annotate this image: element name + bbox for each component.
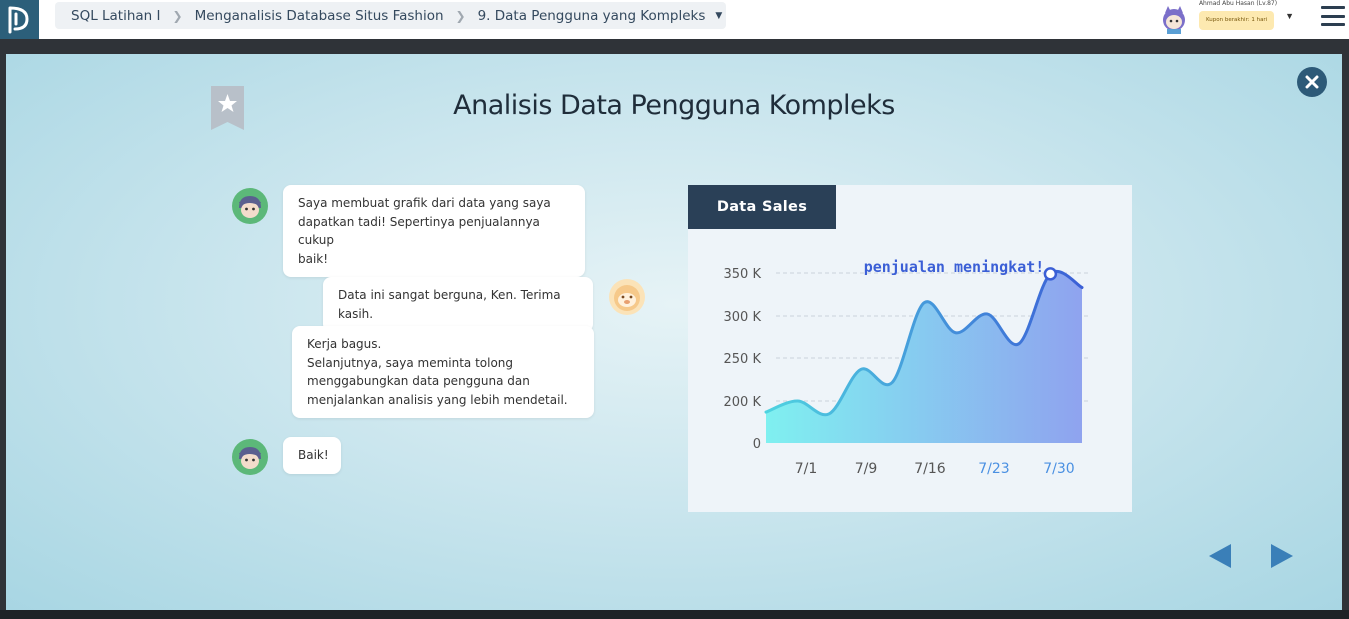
chart-annotation: penjualan meningkat! [864,258,1045,276]
background-footer [0,610,1349,619]
chart-x-tick-label: 7/9 [855,461,878,477]
user-chat-avatar [609,279,645,315]
chart-peak-marker [1043,267,1058,281]
triangle-right-icon [1271,544,1293,568]
chart-x-tick-label: 7/16 [914,461,946,477]
breadcrumb-item-lesson[interactable]: 9. Data Pengguna yang Kompleks [478,8,706,24]
chat-bubble-ken-3: Baik! [283,437,341,474]
top-bar: SQL Latihan I ❯ Menganalisis Database Si… [0,0,1349,39]
chevron-right-icon: ❯ [172,8,183,23]
next-slide-button[interactable] [1269,544,1295,568]
app-logo-icon[interactable] [0,0,39,39]
chart-x-tick-label: 7/30 [1043,461,1074,477]
prev-slide-button[interactable] [1207,544,1233,568]
chart-x-tick-label: 7/23 [978,461,1009,477]
breadcrumb-item-chapter[interactable]: Menganalisis Database Situs Fashion [195,8,444,24]
modal-title: Analisis Data Pengguna Kompleks [453,90,895,121]
breadcrumb: SQL Latihan I ❯ Menganalisis Database Si… [55,2,726,29]
breadcrumb-item-course[interactable]: SQL Latihan I [71,8,161,24]
chart-y-tick-label: 0 [753,437,761,452]
coupon-badge: Kupon berakhir: 1 hari [1198,11,1275,30]
sales-chart-card: 350 K 300 K 250 K 200 K 0 7/1 7/9 7/16 7/23 7/30… [688,185,1132,512]
hamburger-menu-icon[interactable] [1321,6,1345,26]
chart-title: Data Sales [688,185,836,229]
triangle-left-icon [1209,544,1231,568]
ken-avatar [232,188,268,224]
chart-y-tick-label: 300 K [724,310,762,325]
close-icon [1305,75,1319,89]
ken-avatar [232,439,268,475]
user-avatar[interactable] [1159,4,1189,34]
chevron-right-icon: ❯ [455,8,466,23]
chart-x-tick-label: 7/1 [795,461,818,477]
chart-y-tick-label: 250 K [724,352,762,367]
chart-y-tick-label: 200 K [724,395,762,410]
chat-bubble-ken-2: Kerja bagus. Selanjutnya, saya meminta t… [292,326,594,418]
user-menu[interactable]: Ahmad Abu Hasan (Lv.87) Kupon berakhir: … [1159,0,1294,39]
chevron-down-icon[interactable]: ▼ [715,11,722,21]
chart-y-tick-label: 350 K [724,267,762,282]
chat-bubble-user-1: Data ini sangat berguna, Ken. Terima kas… [323,277,593,332]
lesson-modal: Analisis Data Pengguna Kompleks Saya mem… [6,54,1342,610]
chart-area-fill [766,271,1082,443]
chat-bubble-ken-1: Saya membuat grafik dari data yang saya … [283,185,585,277]
user-name: Ahmad Abu Hasan (Lv.87) [1198,0,1278,7]
sales-chart: 350 K 300 K 250 K 200 K 0 7/1 7/9 7/16 7/23 7/30… [724,258,1090,477]
chevron-down-icon[interactable]: ▼ [1285,11,1294,21]
